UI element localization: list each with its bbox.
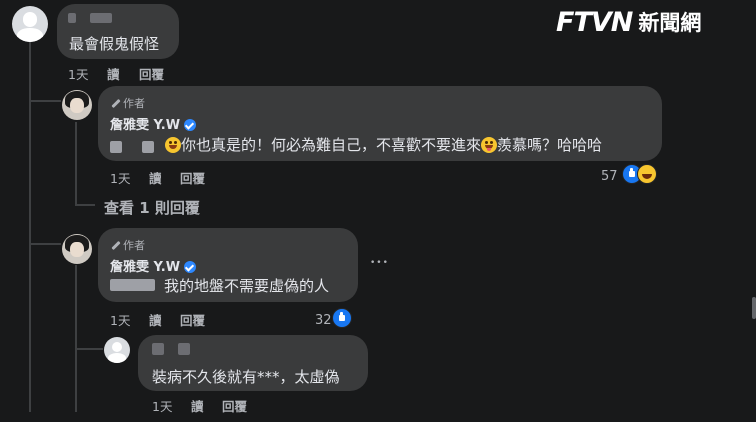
- reply-time[interactable]: 1天: [110, 168, 130, 187]
- redacted-mention: [110, 141, 122, 153]
- verified-badge-icon: [184, 119, 197, 131]
- redacted-name: [178, 343, 190, 355]
- default-avatar-icon[interactable]: [104, 337, 130, 363]
- read-button[interactable]: 讀: [107, 64, 120, 83]
- pen-icon: [110, 98, 120, 108]
- reply-button[interactable]: 回覆: [180, 168, 205, 187]
- reaction-number: 32: [315, 313, 332, 328]
- reply-text-b: 羨慕嗎？哈哈哈: [497, 136, 603, 154]
- reaction-count[interactable]: 57: [601, 164, 657, 184]
- author-name-text: 詹雅雯 Y.W: [110, 260, 181, 275]
- thread-line-sub-1-h: [77, 204, 95, 206]
- like-reaction-icon: [331, 308, 352, 328]
- reply-text-a: 你也真是的！何必為難自己，不喜歡不要進來: [181, 136, 482, 154]
- author-tag: 作者: [110, 95, 145, 111]
- reply-time[interactable]: 1天: [110, 310, 130, 329]
- redacted-name: [152, 343, 164, 355]
- thread-line-sub-2: [75, 265, 77, 412]
- reply-text: 我的地盤不需要虛偽的人: [164, 277, 330, 295]
- author-tag-label: 作者: [123, 239, 145, 252]
- author-tag: 作者: [110, 237, 145, 253]
- author-tag-label: 作者: [123, 97, 145, 110]
- author-name[interactable]: 詹雅雯 Y.W: [110, 114, 197, 133]
- reply-time[interactable]: 1天: [152, 396, 172, 415]
- reaction-count[interactable]: 32: [315, 308, 352, 328]
- grin-emoji-icon: [481, 137, 498, 153]
- reply-button[interactable]: 回覆: [180, 310, 205, 329]
- redacted-mention: [110, 279, 155, 291]
- comment-text: 最會假鬼假怪: [69, 35, 160, 53]
- reaction-number: 57: [601, 169, 618, 184]
- thread-line-main: [29, 42, 31, 412]
- ftvn-logo: FTVN 新聞網: [556, 6, 701, 38]
- read-button[interactable]: 讀: [191, 396, 204, 415]
- read-button[interactable]: 讀: [149, 310, 162, 329]
- view-replies-link[interactable]: 查看 1 則回覆: [104, 197, 200, 218]
- author-avatar[interactable]: [62, 90, 92, 120]
- comment-time[interactable]: 1天: [68, 64, 88, 83]
- author-name[interactable]: 詹雅雯 Y.W: [110, 256, 197, 275]
- scrollbar[interactable]: [752, 297, 756, 319]
- redacted-name: [68, 13, 76, 23]
- laughing-emoji-icon: [165, 137, 181, 153]
- thread-line-connector-1: [31, 100, 61, 102]
- verified-badge-icon: [184, 261, 197, 273]
- reply-button[interactable]: 回覆: [222, 396, 247, 415]
- author-avatar[interactable]: [62, 234, 92, 264]
- pen-icon: [110, 240, 120, 250]
- thread-line-sub-2-h: [77, 348, 103, 350]
- logo-ftv-text: FTVN: [556, 6, 633, 38]
- redacted-mention: [142, 141, 154, 153]
- logo-cn-text: 新聞網: [638, 11, 702, 35]
- more-options-icon[interactable]: •••: [370, 258, 389, 268]
- reply-text: 裝病不久後就有***，太虛偽: [152, 368, 340, 386]
- thread-line-connector-2: [31, 243, 61, 245]
- redacted-name: [90, 13, 112, 23]
- thread-line-sub-1: [75, 122, 77, 206]
- reply-text: 你也真是的！何必為難自己，不喜歡不要進來 羨慕嗎？哈哈哈: [165, 134, 602, 155]
- read-button[interactable]: 讀: [149, 168, 162, 187]
- haha-reaction-icon: [636, 164, 657, 184]
- reply-button[interactable]: 回覆: [139, 64, 164, 83]
- default-avatar-icon[interactable]: [12, 6, 48, 42]
- author-name-text: 詹雅雯 Y.W: [110, 118, 181, 133]
